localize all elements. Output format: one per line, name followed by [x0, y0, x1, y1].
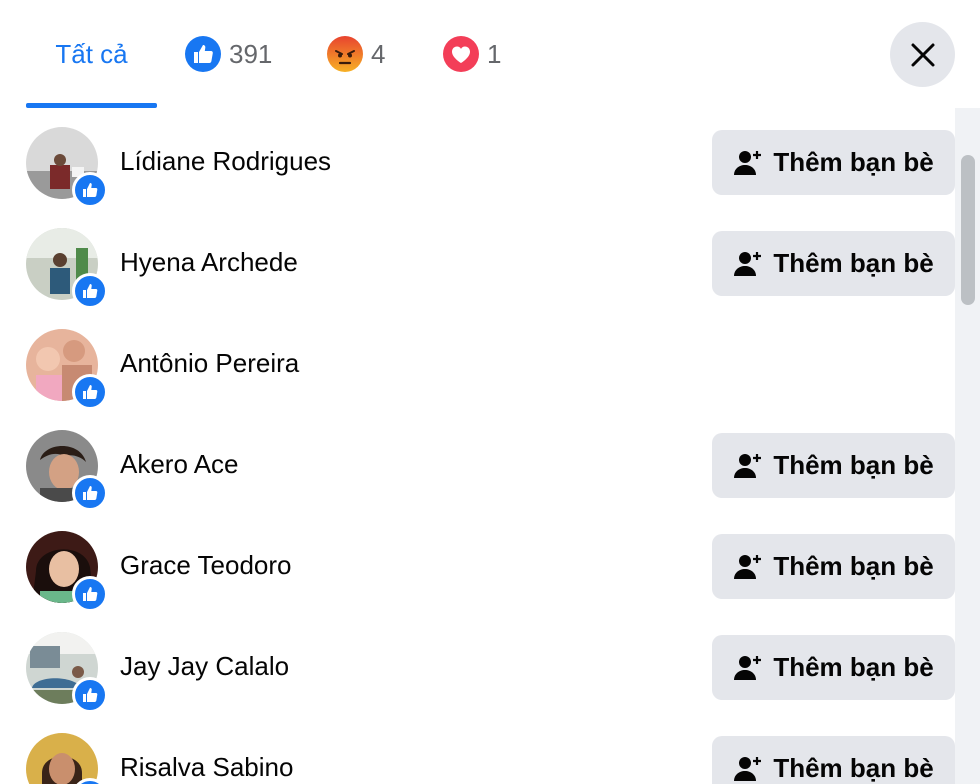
add-friend-label: Thêm bạn bè: [773, 147, 934, 177]
thumbs-up-icon: [83, 587, 98, 601]
like-badge: [72, 273, 108, 309]
person-name[interactable]: Akero Ace: [120, 449, 239, 480]
person-add-icon: [734, 554, 762, 579]
tab-love[interactable]: 1: [443, 0, 501, 108]
love-count: 1: [487, 38, 502, 69]
add-friend-label: Thêm bạn bè: [773, 652, 934, 682]
reactor-list: Lídiane Rodrigues Thêm bạn bè Hyena Arch…: [0, 108, 955, 784]
thumbs-up-icon: [83, 284, 98, 298]
like-badge: [72, 172, 108, 208]
angry-face-icon: [327, 36, 363, 72]
close-button[interactable]: [890, 22, 955, 87]
list-item: Hyena Archede Thêm bạn bè: [0, 209, 955, 310]
list-item: Jay Jay Calalo Thêm bạn bè: [0, 613, 955, 714]
list-item: Lídiane Rodrigues Thêm bạn bè: [0, 108, 955, 209]
thumbs-up-icon: [83, 688, 98, 702]
person-name[interactable]: Lídiane Rodrigues: [120, 146, 331, 177]
person-name[interactable]: Hyena Archede: [120, 247, 298, 278]
add-friend-button[interactable]: Thêm bạn bè: [712, 231, 955, 296]
add-friend-button[interactable]: Thêm bạn bè: [712, 534, 955, 599]
like-badge: [72, 374, 108, 410]
heart-icon: [443, 36, 479, 72]
list-item: Akero Ace Thêm bạn bè: [0, 411, 955, 512]
thumbs-up-icon: [83, 385, 98, 399]
add-friend-button[interactable]: Thêm bạn bè: [712, 635, 955, 700]
person-name[interactable]: Grace Teodoro: [120, 550, 292, 581]
person-add-icon: [734, 453, 762, 478]
person-add-icon: [734, 655, 762, 680]
close-icon: [911, 43, 934, 66]
like-badge: [72, 677, 108, 713]
person-name[interactable]: Jay Jay Calalo: [120, 651, 289, 682]
like-badge: [72, 475, 108, 511]
person-add-icon: [734, 756, 762, 781]
person-add-icon: [734, 150, 762, 175]
like-count: 391: [229, 38, 273, 69]
add-friend-label: Thêm bạn bè: [773, 551, 934, 581]
list-item: Risalva Sabino Thêm bạn bè: [0, 714, 955, 784]
add-friend-button[interactable]: Thêm bạn bè: [712, 433, 955, 498]
person-name[interactable]: Antônio Pereira: [120, 348, 299, 379]
add-friend-label: Thêm bạn bè: [773, 450, 934, 480]
like-badge: [72, 576, 108, 612]
person-name[interactable]: Risalva Sabino: [120, 752, 293, 783]
angry-count: 4: [371, 38, 386, 69]
add-friend-button[interactable]: Thêm bạn bè: [712, 130, 955, 195]
tab-all[interactable]: Tất cả: [26, 0, 157, 108]
tab-angry[interactable]: 4: [327, 0, 385, 108]
list-item: Grace Teodoro Thêm bạn bè: [0, 512, 955, 613]
add-friend-label: Thêm bạn bè: [773, 248, 934, 278]
scrollbar-thumb[interactable]: [961, 155, 975, 305]
avatar[interactable]: [26, 733, 98, 784]
thumbs-up-icon: [185, 36, 221, 72]
tab-all-label: Tất cả: [55, 38, 128, 69]
thumbs-up-icon: [83, 183, 98, 197]
person-add-icon: [734, 251, 762, 276]
tab-like[interactable]: 391: [185, 0, 272, 108]
thumbs-up-icon: [83, 486, 98, 500]
add-friend-button[interactable]: Thêm bạn bè: [712, 736, 955, 784]
reaction-tabs: Tất cả 391 4 1: [0, 0, 980, 108]
add-friend-label: Thêm bạn bè: [773, 753, 934, 783]
list-item: Antônio Pereira: [0, 310, 955, 411]
